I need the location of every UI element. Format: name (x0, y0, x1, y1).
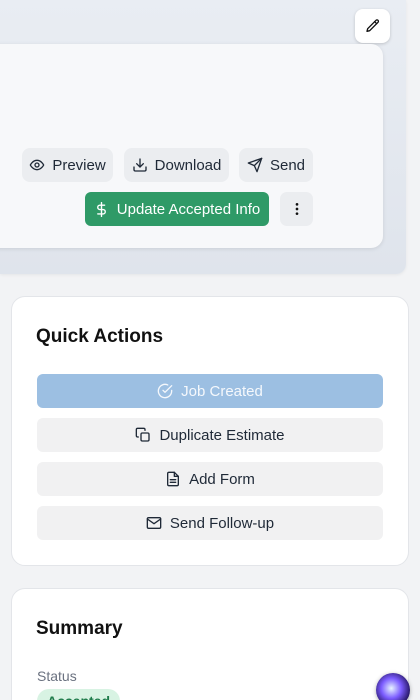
send-button[interactable]: Send (239, 148, 313, 182)
job-created-button[interactable]: Job Created (37, 374, 383, 408)
download-button[interactable]: Download (124, 148, 229, 182)
update-accepted-info-button[interactable]: Update Accepted Info (85, 192, 269, 226)
download-label: Download (154, 156, 222, 174)
dollar-icon (96, 201, 106, 217)
preview-label: Preview (52, 156, 106, 174)
document-icon (167, 471, 180, 487)
add-form-button[interactable]: Add Form (37, 462, 383, 496)
update-accepted-info-label: Update Accepted Info (116, 200, 261, 218)
send-icon (247, 157, 263, 173)
estimate-header-area: Preview Download Send Update Accepted In… (0, 0, 406, 274)
vertical-dots-icon (295, 203, 298, 215)
duplicate-estimate-label: Duplicate Estimate (159, 426, 285, 444)
send-follow-up-button[interactable]: Send Follow-up (37, 506, 383, 540)
mail-icon (146, 517, 162, 529)
copy-icon (136, 427, 151, 442)
summary-title: Summary (36, 618, 123, 639)
summary-card: Summary Status Accepted (11, 588, 409, 700)
download-icon (132, 158, 147, 172)
duplicate-estimate-button[interactable]: Duplicate Estimate (37, 418, 383, 452)
add-form-label: Add Form (189, 470, 255, 488)
status-label: Status (37, 668, 77, 684)
pencil-icon (365, 19, 379, 32)
send-follow-up-label: Send Follow-up (169, 514, 275, 532)
edit-button[interactable] (355, 9, 390, 43)
check-circle-icon (157, 383, 173, 399)
quick-actions-title: Quick Actions (36, 326, 164, 347)
job-created-label: Job Created (181, 382, 263, 400)
quick-actions-card: Quick Actions Job Created Duplicate Esti… (11, 296, 409, 566)
preview-button[interactable]: Preview (22, 148, 113, 182)
assistant-bubble-icon[interactable] (376, 673, 410, 700)
more-options-button[interactable] (280, 192, 313, 226)
eye-icon (29, 159, 45, 171)
status-badge: Accepted (37, 689, 121, 700)
send-label: Send (269, 156, 306, 174)
